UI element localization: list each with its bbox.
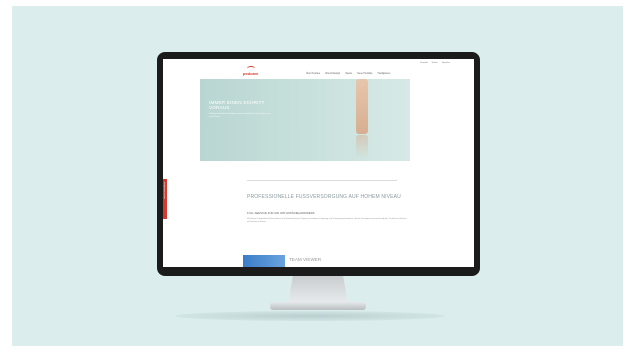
hero-reflection-image [356,135,368,159]
section-title: PROFESSIONELLE FUSSVERSORGUNG AUF HOHEM … [247,194,401,200]
floor-shadow [175,311,445,321]
section-paragraph: Wir bieten Orthopädieschuhtechnikern und… [247,218,407,223]
nav-item-wunschdesign[interactable]: Wunschdesign [325,73,340,75]
hero-banner [200,79,410,161]
nav-item-faq[interactable]: Haufigkeiten [378,73,391,75]
hero-legs-image [356,79,368,134]
site-logo[interactable]: pedcare [243,71,258,76]
side-tab-label: Termin vereinbaren [163,182,166,200]
hero-title: IMMER EINEN SCHRITT VORAUS [209,100,265,111]
utility-link-language[interactable]: Sprache [442,62,450,64]
team-image-block [243,255,285,267]
monitor: Kontakt Suche Sprache pedcare Über Pedca… [157,52,480,276]
utility-link-search[interactable]: Suche [432,62,438,64]
utility-link-contact[interactable]: Kontakt [420,62,427,64]
monitor-stand-neck [288,276,348,304]
team-viewer-label[interactable]: TEAM VIEWER [289,257,321,262]
hero-subtitle: Maßgeschneiderte Einlagen und orthopädis… [209,113,271,118]
nav-item-products[interactable]: Neue Produkte [357,73,372,75]
section-divider [247,180,397,181]
monitor-screen: Kontakt Suche Sprache pedcare Über Pedca… [163,59,474,267]
nav-item-spezie[interactable]: Spezie [345,73,352,75]
nav-item-about[interactable]: Über Pedcare [306,73,320,75]
section-subtitle: FULL-SERVICE FÜR IHR ORTHOPÄDIEHANDWERK [247,211,315,215]
main-nav: Über Pedcare Wunschdesign Spezie Neue Pr… [306,73,390,75]
utility-links: Kontakt Suche Sprache [420,62,450,64]
monitor-stand-base [270,302,366,310]
side-tab[interactable]: Termin vereinbaren [163,179,167,219]
